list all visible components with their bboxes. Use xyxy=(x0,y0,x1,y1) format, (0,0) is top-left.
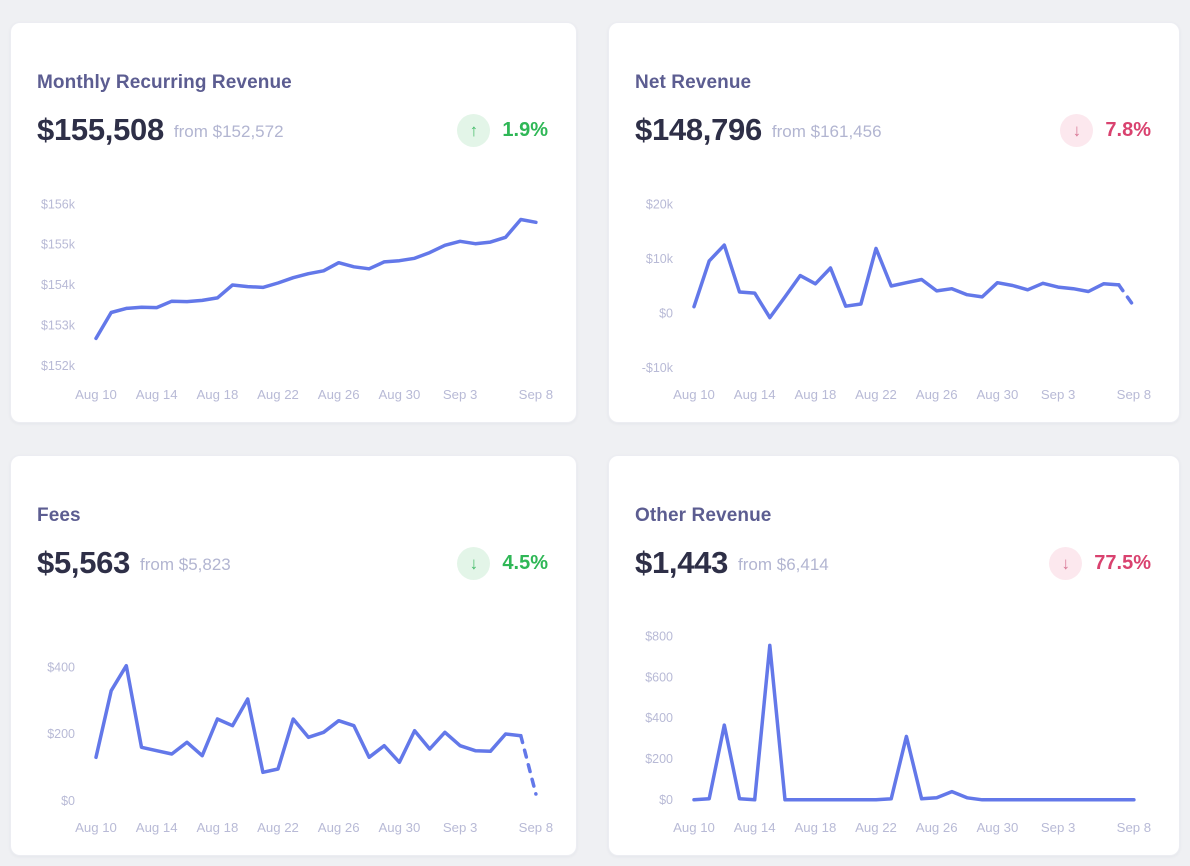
delta-badge: ↓ 4.5% xyxy=(457,547,548,580)
metric-previous-value: from $5,823 xyxy=(140,555,231,575)
trend-arrow-glyph: ↑ xyxy=(470,122,479,139)
x-axis-tick-label: Aug 18 xyxy=(196,820,238,835)
revenue-line xyxy=(96,666,521,773)
metric-line-chart: $20k $10k $0 -$10k Aug 10 Aug 14 Aug 18 Aug 22 A… xyxy=(635,186,1155,416)
y-axis-tick-label: $400 xyxy=(47,661,75,675)
x-axis-tick-label: Sep 3 xyxy=(443,387,477,402)
metric-value-row: $5,563 from $5,823 ↓ 4.5% xyxy=(37,543,548,583)
metric-previous-value: from $6,414 xyxy=(738,555,829,575)
delta-percent: 77.5% xyxy=(1094,552,1151,575)
metric-card-3[interactable]: Fees $5,563 from $5,823 ↓ 4.5% $400$200$… xyxy=(10,455,577,856)
x-axis-tick-label: Aug 14 xyxy=(734,820,776,835)
metric-current-value: $155,508 xyxy=(37,112,164,148)
metric-title: Other Revenue xyxy=(635,505,771,527)
x-axis-tick-label: Aug 18 xyxy=(794,387,836,402)
x-axis-tick-label: Aug 14 xyxy=(136,387,178,402)
y-axis-tick-label: $152k xyxy=(41,359,76,373)
x-axis-tick-label: Sep 8 xyxy=(519,387,553,402)
metric-value-row: $1,443 from $6,414 ↓ 77.5% xyxy=(635,543,1151,583)
metric-current-value: $1,443 xyxy=(635,545,728,581)
x-axis-tick-label: Aug 22 xyxy=(257,387,299,402)
revenue-line-projected xyxy=(1119,285,1134,306)
x-axis-tick-label: Sep 8 xyxy=(1117,387,1151,402)
trend-arrow-glyph: ↓ xyxy=(1062,555,1071,572)
y-axis-tick-label: $800 xyxy=(645,629,673,643)
x-axis-tick-label: Aug 30 xyxy=(378,820,420,835)
x-axis-tick-label: Aug 10 xyxy=(673,387,715,402)
y-axis-tick-label: $0 xyxy=(61,794,75,808)
delta-percent: 1.9% xyxy=(502,119,548,142)
trend-arrow-glyph: ↓ xyxy=(1073,122,1082,139)
metric-previous-value: from $161,456 xyxy=(772,122,882,142)
metric-value-row: $148,796 from $161,456 ↓ 7.8% xyxy=(635,110,1151,150)
x-axis-tick-label: Aug 18 xyxy=(794,820,836,835)
y-axis-tick-label: $154k xyxy=(41,278,76,292)
y-axis-tick-label: -$10k xyxy=(642,361,674,375)
revenue-line xyxy=(96,220,536,339)
metric-card-4[interactable]: Other Revenue $1,443 from $6,414 ↓ 77.5%… xyxy=(608,455,1180,856)
delta-badge: ↑ 1.9% xyxy=(457,114,548,147)
metric-value-row: $155,508 from $152,572 ↑ 1.9% xyxy=(37,110,548,150)
x-axis-tick-label: Aug 14 xyxy=(136,820,178,835)
x-axis-tick-label: Aug 22 xyxy=(855,387,897,402)
revenue-line xyxy=(694,245,1119,318)
trend-arrow-icon: ↓ xyxy=(1049,547,1082,580)
x-axis-tick-label: Aug 26 xyxy=(916,820,958,835)
y-axis-tick-label: $153k xyxy=(41,319,76,333)
y-axis-tick-label: $400 xyxy=(645,711,673,725)
x-axis-tick-label: Sep 3 xyxy=(443,820,477,835)
x-axis-tick-label: Aug 30 xyxy=(976,820,1018,835)
x-axis-tick-label: Sep 3 xyxy=(1041,820,1075,835)
metrics-dashboard: Monthly Recurring Revenue $155,508 from … xyxy=(10,22,1180,856)
x-axis-tick-label: Aug 10 xyxy=(75,387,117,402)
x-axis-tick-label: Aug 14 xyxy=(734,387,776,402)
x-axis-tick-label: Aug 26 xyxy=(318,387,360,402)
delta-percent: 7.8% xyxy=(1105,119,1151,142)
x-axis-tick-label: Aug 26 xyxy=(318,820,360,835)
y-axis-tick-label: $0 xyxy=(659,307,673,321)
x-axis-tick-label: Aug 30 xyxy=(378,387,420,402)
x-axis-tick-label: Aug 10 xyxy=(673,820,715,835)
trend-arrow-icon: ↑ xyxy=(457,114,490,147)
x-axis-tick-label: Aug 10 xyxy=(75,820,117,835)
y-axis-tick-label: $156k xyxy=(41,197,76,211)
y-axis-tick-label: $200 xyxy=(645,752,673,766)
trend-arrow-icon: ↓ xyxy=(457,547,490,580)
delta-percent: 4.5% xyxy=(502,552,548,575)
delta-badge: ↓ 77.5% xyxy=(1049,547,1151,580)
trend-arrow-glyph: ↓ xyxy=(470,555,479,572)
x-axis-tick-label: Aug 18 xyxy=(196,387,238,402)
metric-card-2[interactable]: Net Revenue $148,796 from $161,456 ↓ 7.8… xyxy=(608,22,1180,423)
metric-title: Fees xyxy=(37,505,81,527)
revenue-line xyxy=(694,645,1134,799)
metric-current-value: $148,796 xyxy=(635,112,762,148)
metric-title: Monthly Recurring Revenue xyxy=(37,72,292,94)
metric-previous-value: from $152,572 xyxy=(174,122,284,142)
metric-title: Net Revenue xyxy=(635,72,751,94)
trend-arrow-icon: ↓ xyxy=(1060,114,1093,147)
metric-line-chart: $800 $600 $400 $200 $0Aug 10 Aug 14 Aug 18 Aug … xyxy=(635,619,1155,849)
x-axis-tick-label: Sep 8 xyxy=(519,820,553,835)
revenue-line-projected xyxy=(521,736,536,794)
y-axis-tick-label: $20k xyxy=(646,197,674,211)
y-axis-tick-label: $155k xyxy=(41,238,76,252)
metric-current-value: $5,563 xyxy=(37,545,130,581)
x-axis-tick-label: Aug 22 xyxy=(257,820,299,835)
delta-badge: ↓ 7.8% xyxy=(1060,114,1151,147)
metric-card-1[interactable]: Monthly Recurring Revenue $155,508 from … xyxy=(10,22,577,423)
x-axis-tick-label: Aug 22 xyxy=(855,820,897,835)
x-axis-tick-label: Aug 30 xyxy=(976,387,1018,402)
y-axis-tick-label: $200 xyxy=(47,727,75,741)
y-axis-tick-label: $600 xyxy=(645,670,673,684)
x-axis-tick-label: Sep 8 xyxy=(1117,820,1151,835)
metric-line-chart: $400 $200 $0Aug 10 Aug 14 Aug 18 Aug 22 Aug 26… xyxy=(37,619,557,849)
y-axis-tick-label: $10k xyxy=(646,252,674,266)
y-axis-tick-label: $0 xyxy=(659,793,673,807)
x-axis-tick-label: Sep 3 xyxy=(1041,387,1075,402)
metric-line-chart: $156k $155k $154k $153k $152k Aug 10 Aug 14 Aug… xyxy=(37,186,557,416)
x-axis-tick-label: Aug 26 xyxy=(916,387,958,402)
